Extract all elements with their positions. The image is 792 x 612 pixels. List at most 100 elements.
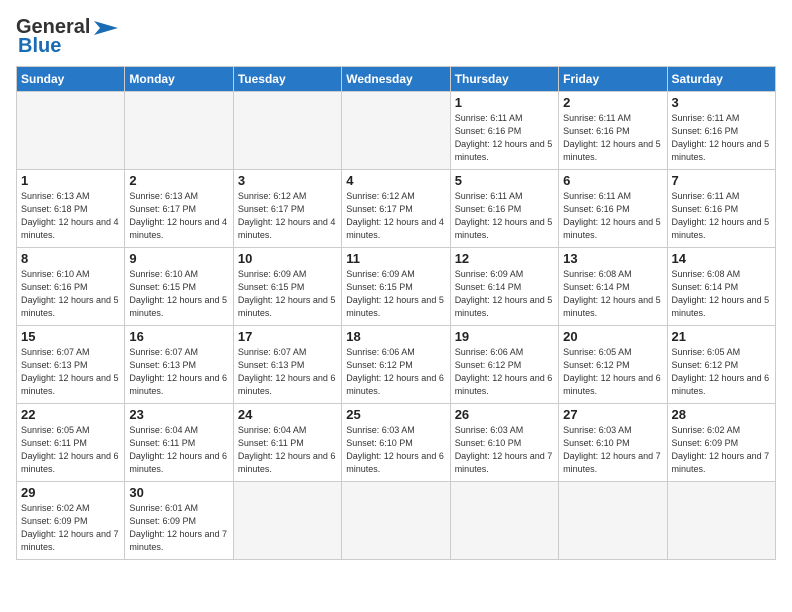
day-info: Sunrise: 6:03 AMSunset: 6:10 PMDaylight:…: [346, 424, 445, 476]
day-number: 29: [21, 485, 120, 500]
day-info: Sunrise: 6:08 AMSunset: 6:14 PMDaylight:…: [672, 268, 771, 320]
day-info: Sunrise: 6:04 AMSunset: 6:11 PMDaylight:…: [129, 424, 228, 476]
calendar-cell: 28Sunrise: 6:02 AMSunset: 6:09 PMDayligh…: [667, 404, 775, 482]
day-number: 21: [672, 329, 771, 344]
calendar-cell: [667, 482, 775, 560]
logo-blue: Blue: [18, 35, 61, 58]
day-number: 24: [238, 407, 337, 422]
page: General Blue SundayMondayTuesdayWednesda…: [0, 0, 792, 612]
day-number: 5: [455, 173, 554, 188]
day-number: 3: [672, 95, 771, 110]
col-header-tuesday: Tuesday: [233, 67, 341, 92]
calendar-week-4: 22 Sunrise: 6:05 AMSunset: 6:11 PMDayligh…: [17, 404, 776, 482]
calendar-cell: 27 Sunrise: 6:03 AMSunset: 6:10 PMDayligh…: [559, 404, 667, 482]
day-number: 15: [21, 329, 120, 344]
day-info: Sunrise: 6:10 AMSunset: 6:16 PMDaylight:…: [21, 268, 120, 320]
calendar-cell: [342, 482, 450, 560]
day-number: 30: [129, 485, 228, 500]
calendar-cell: [125, 92, 233, 170]
calendar-cell: 5 Sunrise: 6:11 AMSunset: 6:16 PMDaylight…: [450, 170, 558, 248]
calendar-cell: [233, 92, 341, 170]
day-info: Sunrise: 6:07 AMSunset: 6:13 PMDaylight:…: [21, 346, 120, 398]
calendar-week-3: 15 Sunrise: 6:07 AMSunset: 6:13 PMDayligh…: [17, 326, 776, 404]
day-info: Sunrise: 6:09 AMSunset: 6:14 PMDaylight:…: [455, 268, 554, 320]
day-number: 22: [21, 407, 120, 422]
day-info: Sunrise: 6:03 AMSunset: 6:10 PMDaylight:…: [563, 424, 662, 476]
day-number: 3: [238, 173, 337, 188]
calendar-cell: 3 Sunrise: 6:11 AMSunset: 6:16 PMDaylight…: [667, 92, 775, 170]
logo-arrow-icon: [90, 17, 118, 39]
calendar-week-1: 1 Sunrise: 6:13 AMSunset: 6:18 PMDaylight…: [17, 170, 776, 248]
col-header-sunday: Sunday: [17, 67, 125, 92]
day-info: Sunrise: 6:11 AMSunset: 6:16 PMDaylight:…: [455, 190, 554, 242]
day-info: Sunrise: 6:08 AMSunset: 6:14 PMDaylight:…: [563, 268, 662, 320]
calendar-cell: 19 Sunrise: 6:06 AMSunset: 6:12 PMDayligh…: [450, 326, 558, 404]
calendar-table: SundayMondayTuesdayWednesdayThursdayFrid…: [16, 66, 776, 560]
calendar-cell: 25 Sunrise: 6:03 AMSunset: 6:10 PMDayligh…: [342, 404, 450, 482]
day-info: Sunrise: 6:03 AMSunset: 6:10 PMDaylight:…: [455, 424, 554, 476]
day-info: Sunrise: 6:02 AMSunset: 6:09 PMDaylight:…: [672, 424, 771, 476]
day-number: 27: [563, 407, 662, 422]
day-number: 25: [346, 407, 445, 422]
day-number: 19: [455, 329, 554, 344]
col-header-thursday: Thursday: [450, 67, 558, 92]
calendar-cell: 2 Sunrise: 6:11 AMSunset: 6:16 PMDaylight…: [559, 92, 667, 170]
day-number: 12: [455, 251, 554, 266]
calendar-cell: 7 Sunrise: 6:11 AMSunset: 6:16 PMDaylight…: [667, 170, 775, 248]
day-number: 17: [238, 329, 337, 344]
calendar-cell: 11Sunrise: 6:09 AMSunset: 6:15 PMDayligh…: [342, 248, 450, 326]
day-number: 1: [455, 95, 554, 110]
calendar-cell: 1 Sunrise: 6:13 AMSunset: 6:18 PMDaylight…: [17, 170, 125, 248]
day-info: Sunrise: 6:11 AMSunset: 6:16 PMDaylight:…: [563, 112, 662, 164]
calendar-cell: 8 Sunrise: 6:10 AMSunset: 6:16 PMDaylight…: [17, 248, 125, 326]
day-info: Sunrise: 6:13 AMSunset: 6:17 PMDaylight:…: [129, 190, 228, 242]
day-info: Sunrise: 6:06 AMSunset: 6:12 PMDaylight:…: [455, 346, 554, 398]
calendar-cell: 9Sunrise: 6:10 AMSunset: 6:15 PMDaylight…: [125, 248, 233, 326]
day-number: 7: [672, 173, 771, 188]
day-number: 20: [563, 329, 662, 344]
day-info: Sunrise: 6:11 AMSunset: 6:16 PMDaylight:…: [672, 112, 771, 164]
day-info: Sunrise: 6:07 AMSunset: 6:13 PMDaylight:…: [238, 346, 337, 398]
calendar-week-5: 29Sunrise: 6:02 AMSunset: 6:09 PMDayligh…: [17, 482, 776, 560]
header: General Blue: [16, 16, 776, 58]
day-info: Sunrise: 6:11 AMSunset: 6:16 PMDaylight:…: [672, 190, 771, 242]
calendar-cell: 13Sunrise: 6:08 AMSunset: 6:14 PMDayligh…: [559, 248, 667, 326]
day-info: Sunrise: 6:12 AMSunset: 6:17 PMDaylight:…: [346, 190, 445, 242]
calendar-week-0: 1 Sunrise: 6:11 AMSunset: 6:16 PMDaylight…: [17, 92, 776, 170]
col-header-wednesday: Wednesday: [342, 67, 450, 92]
calendar-cell: 29Sunrise: 6:02 AMSunset: 6:09 PMDayligh…: [17, 482, 125, 560]
day-info: Sunrise: 6:09 AMSunset: 6:15 PMDaylight:…: [346, 268, 445, 320]
day-number: 1: [21, 173, 120, 188]
day-number: 2: [563, 95, 662, 110]
calendar-cell: 26Sunrise: 6:03 AMSunset: 6:10 PMDayligh…: [450, 404, 558, 482]
calendar-cell: 12 Sunrise: 6:09 AMSunset: 6:14 PMDayligh…: [450, 248, 558, 326]
day-number: 8: [21, 251, 120, 266]
day-info: Sunrise: 6:07 AMSunset: 6:13 PMDaylight:…: [129, 346, 228, 398]
day-number: 10: [238, 251, 337, 266]
calendar-cell: [559, 482, 667, 560]
calendar-cell: 23Sunrise: 6:04 AMSunset: 6:11 PMDayligh…: [125, 404, 233, 482]
day-number: 9: [129, 251, 228, 266]
day-info: Sunrise: 6:11 AMSunset: 6:16 PMDaylight:…: [455, 112, 554, 164]
day-info: Sunrise: 6:01 AMSunset: 6:09 PMDaylight:…: [129, 502, 228, 554]
calendar-cell: 10 Sunrise: 6:09 AMSunset: 6:15 PMDayligh…: [233, 248, 341, 326]
calendar-week-2: 8 Sunrise: 6:10 AMSunset: 6:16 PMDaylight…: [17, 248, 776, 326]
day-info: Sunrise: 6:11 AMSunset: 6:16 PMDaylight:…: [563, 190, 662, 242]
calendar-cell: 6 Sunrise: 6:11 AMSunset: 6:16 PMDaylight…: [559, 170, 667, 248]
day-number: 6: [563, 173, 662, 188]
col-header-saturday: Saturday: [667, 67, 775, 92]
day-info: Sunrise: 6:09 AMSunset: 6:15 PMDaylight:…: [238, 268, 337, 320]
calendar-cell: 21Sunrise: 6:05 AMSunset: 6:12 PMDayligh…: [667, 326, 775, 404]
day-number: 16: [129, 329, 228, 344]
day-info: Sunrise: 6:13 AMSunset: 6:18 PMDaylight:…: [21, 190, 120, 242]
calendar-cell: 1 Sunrise: 6:11 AMSunset: 6:16 PMDaylight…: [450, 92, 558, 170]
calendar-cell: 17 Sunrise: 6:07 AMSunset: 6:13 PMDayligh…: [233, 326, 341, 404]
calendar-cell: [450, 482, 558, 560]
col-header-friday: Friday: [559, 67, 667, 92]
calendar-cell: [233, 482, 341, 560]
calendar-cell: [342, 92, 450, 170]
calendar-cell: 3Sunrise: 6:12 AMSunset: 6:17 PMDaylight…: [233, 170, 341, 248]
calendar-cell: 22 Sunrise: 6:05 AMSunset: 6:11 PMDayligh…: [17, 404, 125, 482]
day-info: Sunrise: 6:05 AMSunset: 6:11 PMDaylight:…: [21, 424, 120, 476]
logo: General Blue: [16, 16, 118, 58]
